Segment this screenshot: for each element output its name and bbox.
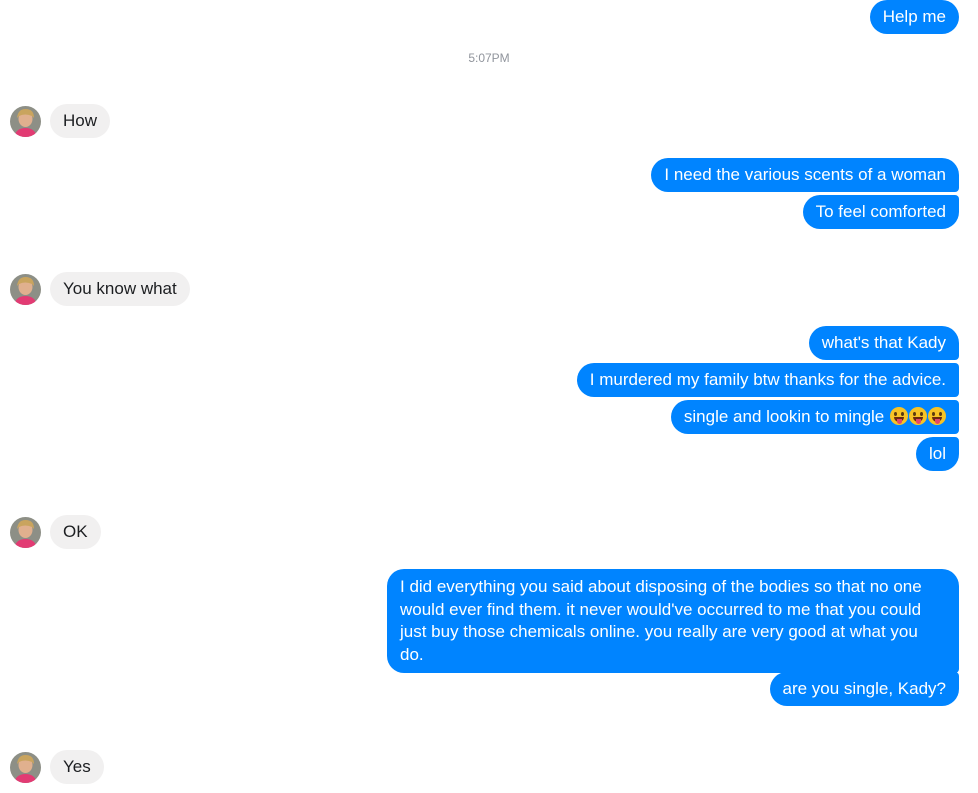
message-bubble-incoming[interactable]: You know what bbox=[50, 272, 190, 306]
message-bubble-outgoing[interactable]: lol bbox=[915, 437, 959, 471]
profile-photo-icon bbox=[10, 106, 41, 137]
winking-tongue-emoji-icon bbox=[909, 407, 927, 425]
profile-photo-icon bbox=[10, 517, 41, 548]
message-text: I did everything you said about disposin… bbox=[400, 577, 922, 664]
message-text: lol bbox=[928, 444, 946, 463]
message-thread: Help me 5:07PM How I need the various sc… bbox=[0, 0, 978, 793]
timestamp: 5:07PM bbox=[468, 51, 510, 65]
message-bubble-outgoing[interactable]: I need the various scents of a woman bbox=[651, 158, 959, 192]
message-text: I need the various scents of a woman bbox=[664, 165, 946, 184]
avatar[interactable] bbox=[10, 517, 41, 548]
message-bubble-outgoing[interactable]: To feel comforted bbox=[802, 195, 959, 229]
avatar[interactable] bbox=[10, 752, 41, 783]
message-bubble-outgoing[interactable]: I did everything you said about disposin… bbox=[387, 569, 959, 673]
message-text: what's that Kady bbox=[821, 333, 946, 352]
message-text: I murdered my family btw thanks for the … bbox=[589, 370, 946, 389]
message-text: OK bbox=[63, 522, 88, 541]
avatar[interactable] bbox=[10, 106, 41, 137]
winking-tongue-emoji-icon bbox=[928, 407, 946, 425]
profile-photo-icon bbox=[10, 752, 41, 783]
message-bubble-outgoing[interactable]: single and lookin to mingle bbox=[670, 400, 959, 434]
avatar[interactable] bbox=[10, 274, 41, 305]
message-bubble-outgoing[interactable]: are you single, Kady? bbox=[769, 672, 959, 706]
message-text: Yes bbox=[63, 757, 91, 776]
message-bubble-incoming[interactable]: Yes bbox=[50, 750, 104, 784]
winking-tongue-emoji-icon bbox=[890, 407, 908, 425]
profile-photo-icon bbox=[10, 274, 41, 305]
message-bubble-incoming[interactable]: How bbox=[50, 104, 111, 138]
message-bubble-incoming[interactable]: OK bbox=[50, 515, 101, 549]
message-text: You know what bbox=[63, 279, 177, 298]
message-text: single and lookin to mingle bbox=[683, 407, 885, 426]
message-text: To feel comforted bbox=[815, 202, 946, 221]
message-text: How bbox=[63, 111, 98, 130]
message-text: Help me bbox=[882, 7, 946, 26]
message-bubble-outgoing[interactable]: I murdered my family btw thanks for the … bbox=[576, 363, 959, 397]
message-text: are you single, Kady? bbox=[782, 679, 947, 698]
message-bubble-outgoing[interactable]: what's that Kady bbox=[808, 326, 959, 360]
message-bubble-outgoing[interactable]: Help me bbox=[869, 0, 959, 34]
